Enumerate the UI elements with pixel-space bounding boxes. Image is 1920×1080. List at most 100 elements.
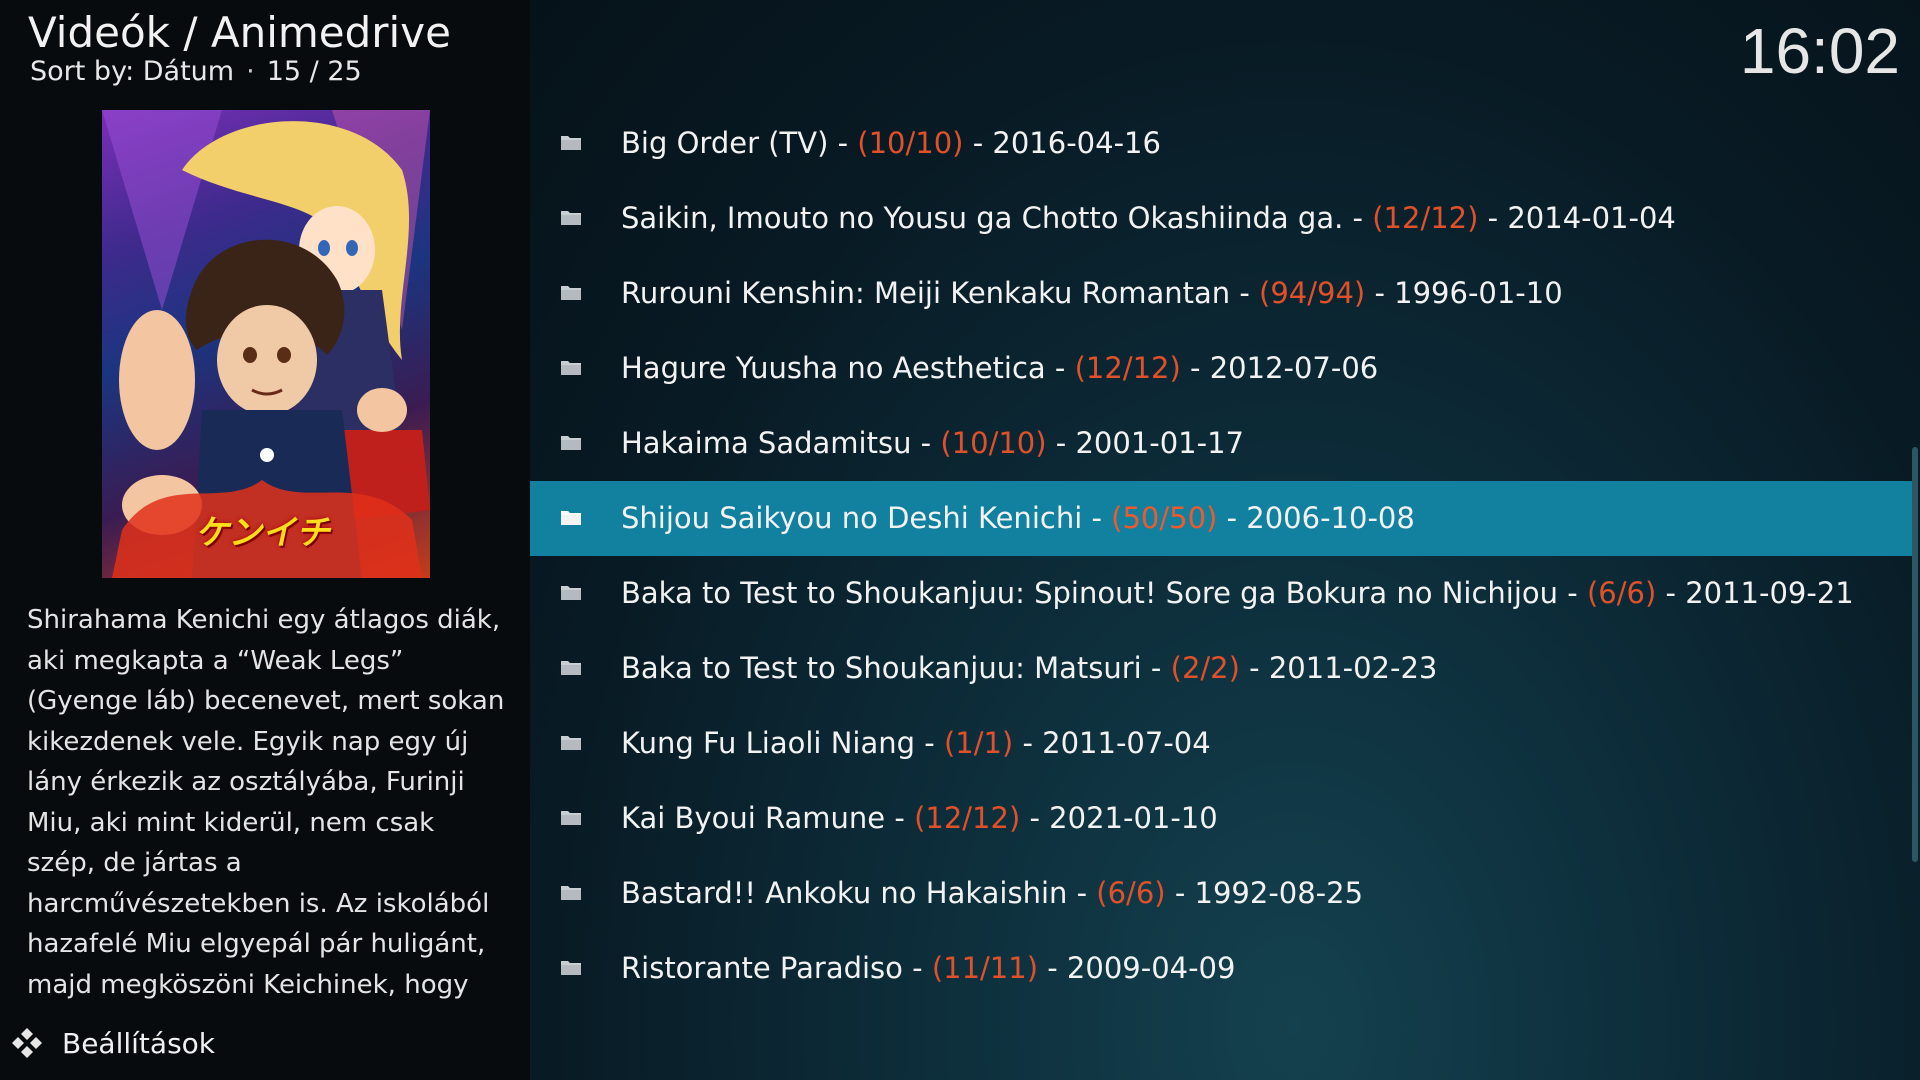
item-date: 2009-04-09 [1066, 951, 1236, 985]
item-title: Saikin, Imouto no Yousu ga Chotto Okashi… [621, 201, 1344, 235]
episode-count: (10/10) [857, 126, 964, 160]
item-date: 1992-08-25 [1194, 876, 1364, 910]
list-item-label: Rurouni Kenshin: Meiji Kenkaku Romantan … [621, 256, 1563, 331]
separator: - [1013, 726, 1043, 760]
folder-icon [561, 736, 581, 750]
list-item[interactable]: Rurouni Kenshin: Meiji Kenkaku Romantan … [530, 256, 1915, 331]
list-item[interactable]: Saikin, Imouto no Yousu ga Chotto Okashi… [530, 181, 1915, 256]
item-date: 2021-01-10 [1049, 801, 1218, 835]
episode-count: (10/10) [940, 426, 1047, 460]
item-date: 2006-10-08 [1246, 501, 1415, 535]
separator: - [1020, 801, 1050, 835]
folder-icon [561, 286, 581, 300]
separator: - [885, 801, 915, 835]
folder-icon [561, 961, 581, 975]
item-title: Baka to Test to Shoukanjuu: Spinout! Sor… [621, 576, 1559, 610]
item-title: Big Order (TV) [621, 126, 829, 160]
separator: - [1045, 351, 1075, 385]
separator: - [1165, 876, 1195, 910]
list-item[interactable]: Baka to Test to Shoukanjuu: Matsuri - (2… [530, 631, 1915, 706]
episode-count: (6/6) [1096, 876, 1166, 910]
item-date: 2001-01-17 [1075, 426, 1245, 460]
page-title: Videók / Animedrive [28, 8, 451, 57]
poster-logo: ケンイチ [193, 513, 337, 553]
list-item-label: Ristorante Paradiso - (11/11) - 2009-04-… [621, 931, 1235, 1006]
episode-count: (12/12) [914, 801, 1021, 835]
separator: - [1141, 651, 1171, 685]
folder-icon [561, 886, 581, 900]
list-item-label: Bastard!! Ankoku no Hakaishin - (6/6) - … [621, 856, 1363, 931]
list-item-label: Shijou Saikyou no Deshi Kenichi - (50/50… [621, 481, 1415, 556]
item-date: 2014-01-04 [1507, 201, 1676, 235]
separator: - [1067, 876, 1097, 910]
sort-info[interactable]: Sort by: Dátum · 15 / 25 [30, 52, 362, 92]
item-date: 2016-04-16 [992, 126, 1161, 160]
separator: - [1365, 276, 1395, 310]
item-title: Ristorante Paradiso [621, 951, 903, 985]
episode-count: (1/1) [943, 726, 1014, 760]
poster-image: ケンイチ [102, 110, 430, 578]
separator: - [1656, 576, 1686, 610]
list-item[interactable]: Kung Fu Liaoli Niang - (1/1) - 2011-07-0… [530, 706, 1915, 781]
list-item[interactable]: Ristorante Paradiso - (11/11) - 2009-04-… [530, 931, 1915, 1006]
folder-list[interactable]: Big Order (TV) - (10/10) - 2016-04-16 Sai… [530, 106, 1915, 1006]
list-item[interactable]: Baka to Test to Shoukanjuu: Spinout! Sor… [530, 556, 1915, 631]
item-title: Baka to Test to Shoukanjuu: Matsuri [621, 651, 1142, 685]
list-item-label: Hakaima Sadamitsu - (10/10) - 2001-01-17 [621, 406, 1244, 481]
folder-icon [561, 586, 581, 600]
item-title: Shijou Saikyou no Deshi Kenichi [621, 501, 1083, 535]
separator: - [1478, 201, 1508, 235]
list-item[interactable]: Big Order (TV) - (10/10) - 2016-04-16 [530, 106, 1915, 181]
item-title: Kai Byoui Ramune [621, 801, 886, 835]
item-position: 15 / 25 [266, 56, 362, 87]
separator: - [1343, 201, 1373, 235]
separator: - [1239, 651, 1269, 685]
item-title: Kung Fu Liaoli Niang [621, 726, 916, 760]
list-item[interactable]: Kai Byoui Ramune - (12/12) - 2021-01-10 [530, 781, 1915, 856]
item-date: 2012-07-06 [1209, 351, 1379, 385]
separator: - [911, 426, 941, 460]
item-title: Hagure Yuusha no Aesthetica [621, 351, 1046, 385]
settings-button[interactable]: Beállítások [10, 1020, 215, 1066]
item-title: Hakaima Sadamitsu [621, 426, 912, 460]
list-item-label: Hagure Yuusha no Aesthetica - (12/12) - … [621, 331, 1378, 406]
item-date: 2011-07-04 [1042, 726, 1211, 760]
folder-icon [561, 661, 581, 675]
list-item-label: Baka to Test to Shoukanjuu: Spinout! Sor… [621, 556, 1854, 631]
list-item[interactable]: Hakaima Sadamitsu - (10/10) - 2001-01-17 [530, 406, 1915, 481]
list-item-label: Saikin, Imouto no Yousu ga Chotto Okashi… [621, 181, 1676, 256]
separator: - [1230, 276, 1260, 310]
list-item[interactable]: Bastard!! Ankoku no Hakaishin - (6/6) - … [530, 856, 1915, 931]
item-title: Rurouni Kenshin: Meiji Kenkaku Romantan [621, 276, 1231, 310]
episode-count: (11/11) [931, 951, 1039, 985]
list-item-label: Kung Fu Liaoli Niang - (1/1) - 2011-07-0… [621, 706, 1211, 781]
item-date: 1996-01-10 [1394, 276, 1563, 310]
separator: - [1082, 501, 1112, 535]
separator: - [963, 126, 993, 160]
item-date: 2011-02-23 [1268, 651, 1438, 685]
folder-icon [561, 211, 581, 225]
kodi-settings-icon [12, 1028, 42, 1058]
folder-icon [561, 361, 581, 375]
item-title: Bastard!! Ankoku no Hakaishin [621, 876, 1068, 910]
list-item[interactable]: Hagure Yuusha no Aesthetica - (12/12) - … [530, 331, 1915, 406]
separator: - [828, 126, 858, 160]
separator: - [915, 726, 944, 760]
list-item[interactable]: Shijou Saikyou no Deshi Kenichi - (50/50… [530, 481, 1915, 556]
clock: 16:02 [1739, 15, 1900, 87]
item-date: 2011-09-21 [1685, 576, 1854, 610]
list-scrollbar[interactable] [1912, 447, 1918, 862]
list-item-label: Baka to Test to Shoukanjuu: Matsuri - (2… [621, 631, 1437, 706]
separator: - [1038, 951, 1067, 985]
separator: - [1558, 576, 1587, 610]
episode-count: (6/6) [1586, 576, 1657, 610]
episode-count: (50/50) [1111, 501, 1218, 535]
sort-label[interactable]: Sort by: Dátum [30, 56, 234, 87]
folder-icon [561, 511, 581, 525]
episode-count: (12/12) [1372, 201, 1479, 235]
separator: - [1046, 426, 1076, 460]
folder-icon [561, 136, 581, 150]
plot-description: Shirahama Kenichi egy átlagos diák, aki … [27, 605, 505, 1000]
folder-icon [561, 436, 581, 450]
list-item-label: Big Order (TV) - (10/10) - 2016-04-16 [621, 106, 1161, 181]
